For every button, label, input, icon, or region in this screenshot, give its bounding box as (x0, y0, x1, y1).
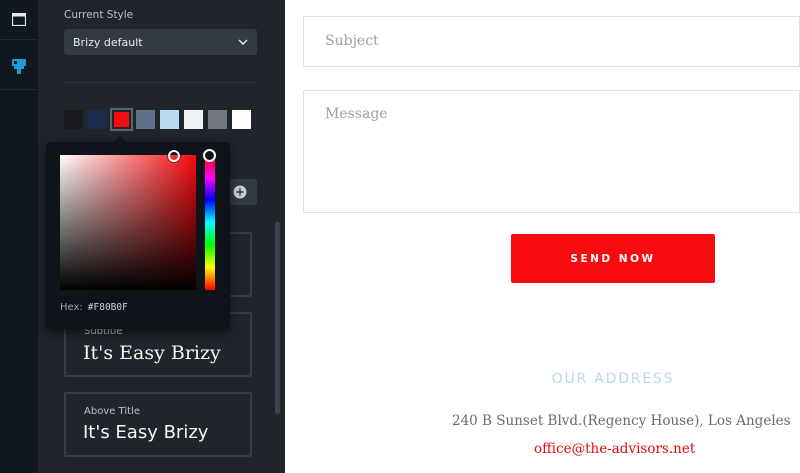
color-swatch-gray[interactable] (208, 110, 227, 129)
hue-handle[interactable] (203, 149, 216, 162)
color-swatches (64, 108, 251, 131)
hex-input[interactable]: #F80B0F (88, 302, 128, 313)
current-style-label: Current Style (64, 9, 134, 21)
send-now-button[interactable]: SEND NOW (511, 234, 715, 283)
hex-label: Hex: (60, 302, 83, 313)
style-card-above-title[interactable]: Above Title It's Easy Brizy (64, 392, 252, 457)
style-select-value: Brizy default (73, 35, 143, 49)
color-swatch-white-ish[interactable] (184, 110, 203, 129)
window-icon-button[interactable] (0, 0, 38, 40)
subject-placeholder: Subject (325, 33, 379, 49)
card-title: It's Easy Brizy (83, 342, 221, 364)
hex-row: Hex: #F80B0F (60, 302, 128, 313)
saturation-handle[interactable] (168, 150, 180, 162)
window-icon (12, 13, 26, 26)
color-swatch-black[interactable] (64, 110, 83, 129)
message-placeholder: Message (325, 106, 388, 122)
divider (64, 82, 257, 83)
color-swatch-white[interactable] (232, 110, 251, 129)
hue-slider[interactable] (205, 155, 215, 290)
color-swatch-red[interactable] (110, 108, 133, 131)
card-title: It's Easy Brizy (83, 422, 209, 443)
color-swatch-light-blue[interactable] (160, 110, 179, 129)
address-email-link[interactable]: office@the-advisors.net (534, 441, 695, 457)
color-swatch-slate[interactable] (136, 110, 155, 129)
style-select[interactable]: Brizy default (64, 29, 257, 55)
subject-field[interactable]: Subject (303, 16, 800, 67)
plus-circle-icon (233, 185, 247, 199)
brush-icon (12, 59, 26, 74)
card-label: Above Title (84, 406, 140, 417)
address-title: OUR ADDRESS (551, 371, 675, 387)
chevron-down-icon (238, 39, 248, 45)
color-picker-popup: Hex: #F80B0F (46, 136, 230, 329)
styling-icon-button[interactable] (0, 45, 38, 90)
sidebar-scrollbar[interactable] (275, 222, 280, 414)
message-field[interactable]: Message (303, 90, 800, 213)
address-line: 240 B Sunset Blvd.(Regency House), Los A… (452, 413, 791, 429)
popup-arrow (114, 136, 126, 142)
color-swatch-navy[interactable] (88, 110, 107, 129)
saturation-value-area[interactable] (60, 155, 196, 290)
left-rail (0, 0, 38, 473)
